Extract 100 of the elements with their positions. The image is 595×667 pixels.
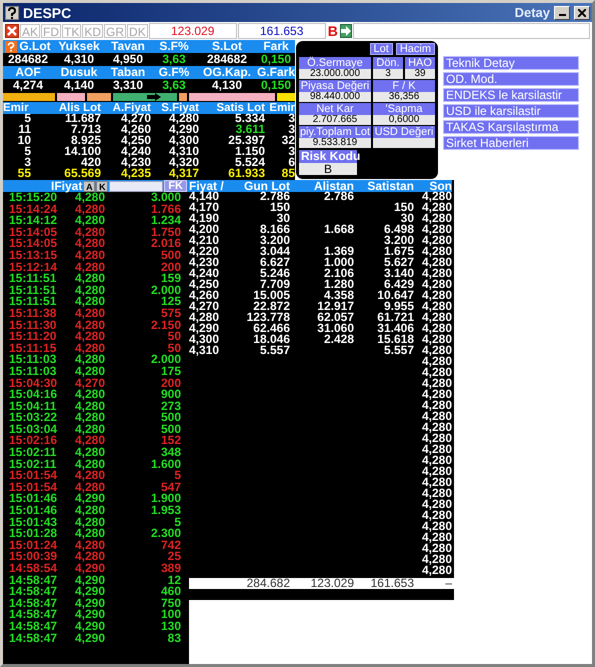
time-cell-text: 15:03:04 bbox=[9, 424, 58, 436]
help-icon[interactable] bbox=[5, 6, 19, 20]
stat-value: 3,63 bbox=[161, 79, 187, 92]
table-cell-text: 4,280 bbox=[420, 268, 452, 279]
action-button[interactable]: TAKAS Karşılaştırma bbox=[443, 120, 579, 134]
filter-button[interactable]: A bbox=[83, 180, 96, 192]
stat-value: 4,140 bbox=[62, 79, 96, 92]
table-cell-text: 4,280 bbox=[420, 422, 452, 433]
stat-label: G.Fark bbox=[257, 66, 296, 79]
lot-cell-text: 175 bbox=[160, 366, 181, 378]
filter-button[interactable]: K bbox=[96, 180, 108, 192]
table-cell-text: 3.611 bbox=[236, 124, 265, 135]
table-cell-text: 32 bbox=[280, 135, 295, 146]
toggle-button[interactable]: Lot bbox=[370, 43, 393, 55]
table-cell-text: 22.872 bbox=[253, 301, 290, 312]
time-cell-text: 15:02:16 bbox=[9, 435, 58, 448]
table-cell-text: 30 bbox=[276, 213, 290, 224]
table-cell-text: 31.060 bbox=[316, 323, 354, 334]
close-button[interactable] bbox=[5, 24, 19, 38]
table-cell-text: 4,280 bbox=[420, 290, 452, 301]
table-cell-text: 4,280 bbox=[420, 532, 452, 543]
table-cell-text: 62.466 bbox=[253, 323, 290, 334]
column-header: S.Fiyat bbox=[151, 102, 199, 114]
lot-cell-text: 1.953 bbox=[150, 505, 181, 517]
stat-value: 0,150 bbox=[260, 53, 292, 66]
table-cell-text: 3.200 bbox=[382, 235, 414, 246]
input-field[interactable] bbox=[352, 23, 590, 39]
table-cell-text: 4,280 bbox=[420, 433, 452, 444]
price-cell-text: 4,280 bbox=[75, 470, 106, 482]
time-cell-text: 15:14:05 bbox=[9, 238, 58, 250]
time-cell-text: 15:00:39 bbox=[9, 551, 58, 563]
time-cell-text: 14:58:47 bbox=[9, 632, 58, 644]
table-cell-text: 5.557 bbox=[384, 345, 414, 356]
price-cell-text: 4,280 bbox=[75, 215, 106, 227]
time-cell-text: 15:11:30 bbox=[9, 320, 58, 332]
price-cell-text: 4,280 bbox=[75, 204, 106, 216]
lot-cell-text: 547 bbox=[160, 482, 181, 494]
lot-cell-text: 460 bbox=[160, 586, 181, 598]
table-cell-text: 1.280 bbox=[322, 279, 354, 290]
toggle-button[interactable]: Hacim bbox=[396, 43, 435, 55]
table-cell-text: 3 bbox=[288, 146, 295, 157]
column-header: Son bbox=[414, 180, 452, 192]
table-cell-text: 4,280 bbox=[420, 466, 452, 477]
table-cell-text: 4,240 bbox=[189, 268, 220, 279]
table-cell-text: 6.429 bbox=[384, 279, 414, 290]
table-cell-text: 4,280 bbox=[420, 411, 452, 422]
table-cell-text: 25.397 bbox=[227, 135, 265, 146]
lot-cell-text: 125 bbox=[160, 296, 181, 308]
table-cell-text: 3.044 bbox=[258, 246, 290, 257]
table-cell-text: 4,200 bbox=[189, 224, 220, 235]
panel-title: Detay bbox=[514, 5, 550, 20]
table-cell-text: 6 bbox=[288, 157, 295, 168]
table-cell-text: 4,280 bbox=[420, 334, 452, 345]
action-button[interactable]: USD ile karsilastir bbox=[443, 104, 579, 118]
table-cell-text: 7.713 bbox=[70, 124, 101, 135]
field-label: piy.Toplam Lot bbox=[299, 126, 371, 138]
price-cell-text: 4,280 bbox=[75, 226, 106, 238]
action-button[interactable]: Sirket Haberleri bbox=[443, 136, 579, 150]
action-button[interactable]: ENDEKS le karsilastir bbox=[443, 88, 579, 102]
lot-cell-text: 159 bbox=[160, 273, 181, 285]
value-field: 36,356 bbox=[373, 92, 435, 102]
minimize-icon bbox=[558, 14, 566, 16]
table-cell-text: 4,190 bbox=[189, 213, 220, 224]
price-cell-text: 4,280 bbox=[75, 354, 106, 366]
table-cell-text: 5.524 bbox=[234, 157, 265, 168]
action-button[interactable]: Teknik Detay bbox=[443, 56, 579, 70]
price-cell-text: 4,280 bbox=[75, 250, 106, 262]
minimize-button[interactable] bbox=[554, 6, 570, 20]
table-cell-text: 420 bbox=[80, 157, 101, 168]
filter-button[interactable]: FK bbox=[164, 180, 187, 192]
stat-label: G.F% bbox=[158, 66, 190, 79]
time-cell-text: 15:12:14 bbox=[9, 262, 58, 274]
lot-cell-text: 1.900 bbox=[150, 493, 181, 506]
table-cell-text: 7.709 bbox=[260, 279, 290, 290]
column-header: Fiyat / bbox=[189, 180, 229, 192]
table-cell-text: 4,290 bbox=[168, 124, 199, 135]
field-label: F / K bbox=[373, 80, 435, 92]
table-cell-text: 9.955 bbox=[384, 301, 414, 312]
time-cell-text: 15:04:30 bbox=[9, 378, 58, 390]
time-cell-text: 14:58:47 bbox=[9, 609, 58, 621]
action-button[interactable]: OD. Mod. bbox=[443, 72, 579, 86]
arrow-icon bbox=[340, 26, 351, 36]
table-cell-text: 4,300 bbox=[189, 334, 220, 345]
lot-cell-text: 389 bbox=[160, 563, 181, 575]
table-cell-text: 6.498 bbox=[382, 224, 414, 235]
value-field: 39 bbox=[405, 69, 435, 79]
price-cell-text: 4,290 bbox=[75, 563, 106, 575]
price-cell-text: 4,280 bbox=[75, 447, 106, 459]
price-cell-text: 4,290 bbox=[75, 493, 106, 506]
total-cell-text: 123.029 bbox=[310, 578, 354, 589]
input-field[interactable] bbox=[109, 180, 164, 192]
value-field: B bbox=[299, 163, 357, 175]
lot-cell-text: 12 bbox=[168, 574, 181, 586]
column-header: Alistan bbox=[290, 180, 354, 192]
time-cell-text: 15:11:20 bbox=[9, 331, 58, 343]
lot-cell-text: 750 bbox=[160, 598, 181, 610]
lot-cell-text: 25 bbox=[166, 551, 181, 563]
lot-cell-text: 2.150 bbox=[150, 320, 181, 332]
go-button[interactable] bbox=[340, 24, 352, 38]
price-cell-text: 4,290 bbox=[75, 609, 106, 621]
